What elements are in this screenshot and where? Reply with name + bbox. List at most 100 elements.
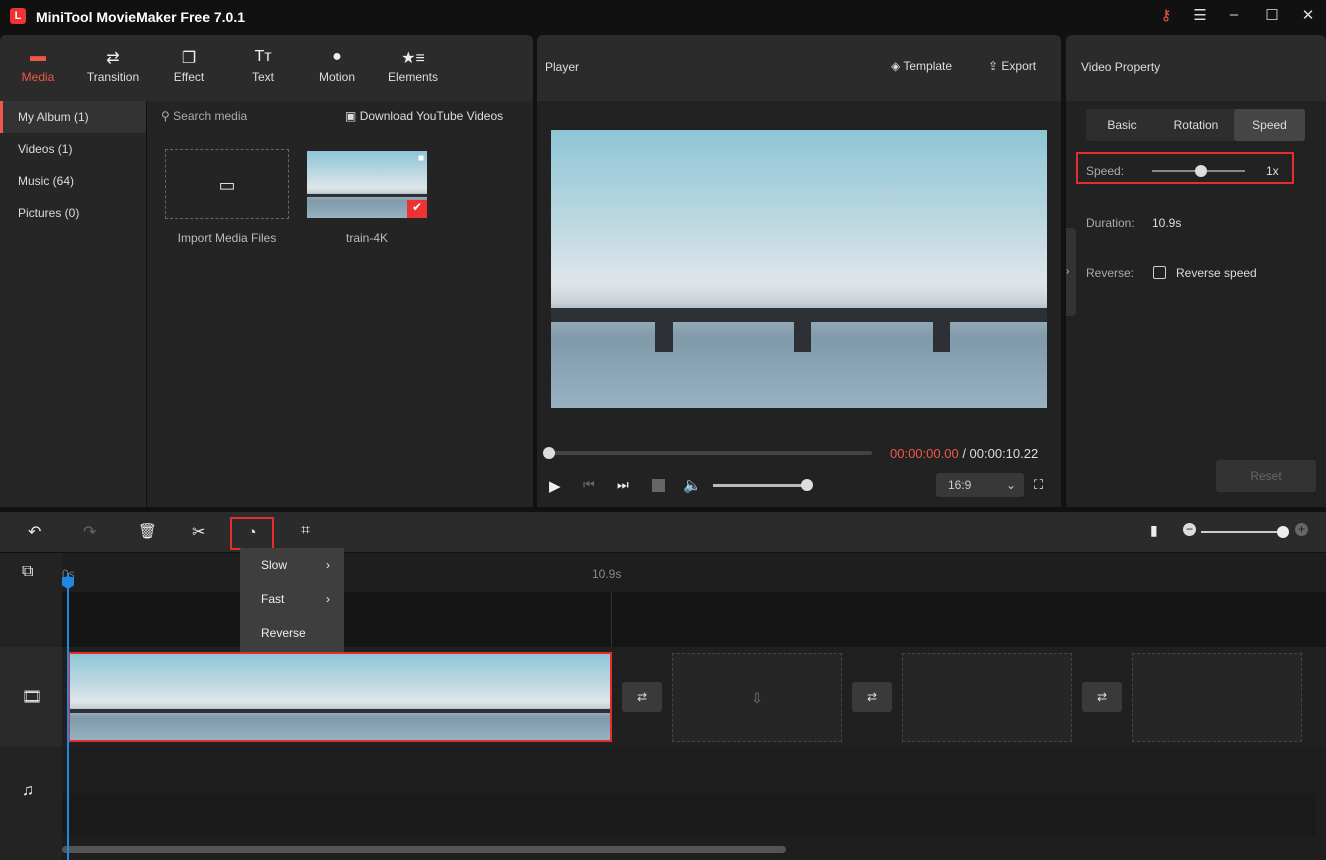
tab-label: Motion [318,70,356,84]
timeline-toolbar: ↶ ↷ 🗑 ✂ ◔ ⌗ ▮ − + [0,512,1326,552]
tab-basic[interactable]: Basic [1086,109,1158,141]
tab-effect[interactable]: ❐ Effect [154,48,224,84]
media-library: ⚲ Search media ▣ Download YouTube Videos… [147,101,533,507]
export-button[interactable]: ⇪ Export [988,59,1036,73]
tab-rotation[interactable]: Rotation [1158,109,1234,141]
chevron-right-icon: › [326,592,330,606]
seek-bar[interactable] [543,447,872,459]
chevron-down-icon: ⌄ [1005,478,1016,492]
tab-label: Transition [86,70,140,84]
video-preview [551,130,1047,408]
reverse-checkbox-label[interactable]: Reverse speed [1176,266,1257,280]
volume-icon[interactable]: 🔈 [683,476,702,494]
undo-button[interactable]: ↶ [28,522,41,542]
elements-icon: ★≡ [401,50,425,67]
empty-clip-slot[interactable]: ⇩ [672,653,842,742]
transition-slot-button[interactable]: ⇄ [622,682,662,712]
menu-item-fast[interactable]: Fast › [240,582,344,616]
speed-slider[interactable] [1152,165,1245,177]
menu-item-slow[interactable]: Slow › [240,548,344,582]
timeline-zoom-slider[interactable] [1201,526,1289,538]
menu-item-reverse[interactable]: Reverse [240,616,344,650]
add-track-icon[interactable]: ⧉ [22,563,33,581]
split-button[interactable]: ✂ [192,522,205,542]
clip-frame-thumbnail [160,654,250,740]
volume-slider[interactable] [713,479,813,491]
transition-slot-button[interactable]: ⇄ [852,682,892,712]
menu-icon[interactable]: ☰ [1188,6,1212,28]
sidebar-item-pictures[interactable]: Pictures (0) [0,197,146,229]
seek-handle[interactable] [543,447,555,459]
stop-button[interactable] [652,479,665,492]
tab-label: Text [251,70,274,84]
zoom-handle[interactable] [1277,526,1289,538]
app-title: MiniTool MovieMaker Free 7.0.1 [36,9,246,25]
speed-button[interactable]: ◔ [230,517,274,550]
swap-icon: ⇄ [106,50,120,67]
download-label: Download YouTube Videos [359,109,504,123]
speed-menu: Slow › Fast › Reverse [240,548,344,652]
zoom-in-button[interactable]: + [1295,523,1308,536]
play-button[interactable]: ▶ [549,477,561,495]
tab-label: Effect [173,70,205,84]
download-youtube-button[interactable]: ▣ Download YouTube Videos [345,109,503,123]
fullscreen-button[interactable]: ⛶ [1034,477,1043,493]
empty-clip-slot[interactable] [1132,653,1302,742]
tab-speed[interactable]: Speed [1234,109,1305,141]
import-icon: ⇩ [751,690,763,706]
playhead[interactable] [67,573,69,860]
folder-icon: ▭ [218,175,236,195]
aspect-ratio-select[interactable]: 16:9 ⌄ [936,473,1024,497]
collapse-panel-handle[interactable]: › [1066,228,1076,316]
volume-handle[interactable] [801,479,813,491]
clip-frame-thumbnail [70,654,160,740]
layers-icon: ❐ [181,50,197,67]
next-frame-button[interactable]: ⏭ [617,477,629,493]
reverse-checkbox[interactable] [1153,266,1166,279]
sidebar-item-my-album[interactable]: My Album (1) [0,101,146,133]
import-media-button[interactable]: ▭ [165,149,289,219]
duration-label: Duration: [1086,216,1135,230]
album-sidebar: My Album (1) Videos (1) Music (64) Pictu… [0,101,146,507]
fit-timeline-icon[interactable]: ▮ [1150,522,1158,539]
property-body: Basic Rotation Speed Speed: 1x Duration:… [1066,101,1326,507]
delete-button[interactable]: 🗑 [138,522,157,540]
tab-motion[interactable]: ● Motion [302,48,372,84]
tab-text[interactable]: Tт Text [228,48,298,84]
minimize-button[interactable]: – [1222,6,1246,28]
previous-frame-button[interactable]: ⏮ [583,477,595,493]
maximize-button[interactable]: ☐ [1260,6,1284,28]
horizontal-scrollbar[interactable] [62,846,786,853]
empty-clip-slot[interactable] [902,653,1072,742]
sidebar-item-videos[interactable]: Videos (1) [0,133,146,165]
speedometer-icon: ◔ [247,524,257,541]
close-button[interactable]: ✕ [1296,6,1320,28]
search-icon: ⚲ [161,109,170,123]
track-divider [611,592,612,647]
template-button[interactable]: ◈ Template [891,59,952,73]
tab-elements[interactable]: ★≡ Elements [378,48,448,84]
sidebar-item-music[interactable]: Music (64) [0,165,146,197]
tab-media[interactable]: ▬ Media [3,48,73,84]
import-label: Import Media Files [177,231,277,245]
speed-handle[interactable] [1195,165,1207,177]
key-icon[interactable]: ⚷ [1154,6,1178,28]
reverse-label: Reverse: [1086,266,1135,280]
transition-slot-button[interactable]: ⇄ [1082,682,1122,712]
duration-value: 10.9s [1152,216,1182,230]
redo-button[interactable]: ↷ [83,522,96,542]
search-media[interactable]: ⚲ Search media [161,109,247,123]
clip-frame-thumbnail [520,654,610,740]
aspect-value: 16:9 [948,478,972,492]
youtube-icon: ▣ [345,109,357,123]
clip-frame-thumbnail [250,654,340,740]
template-label: Template [903,59,953,73]
reset-button[interactable]: Reset [1216,460,1316,492]
property-header: Video Property [1066,35,1326,101]
total-time: / 00:00:10.22 [962,446,1039,461]
zoom-out-button[interactable]: − [1183,523,1196,536]
tab-transition[interactable]: ⇄ Transition [78,48,148,84]
clip-thumbnail[interactable]: ■ ✔ [307,151,427,218]
crop-button[interactable]: ⌗ [301,522,310,540]
video-clip[interactable] [68,652,612,742]
